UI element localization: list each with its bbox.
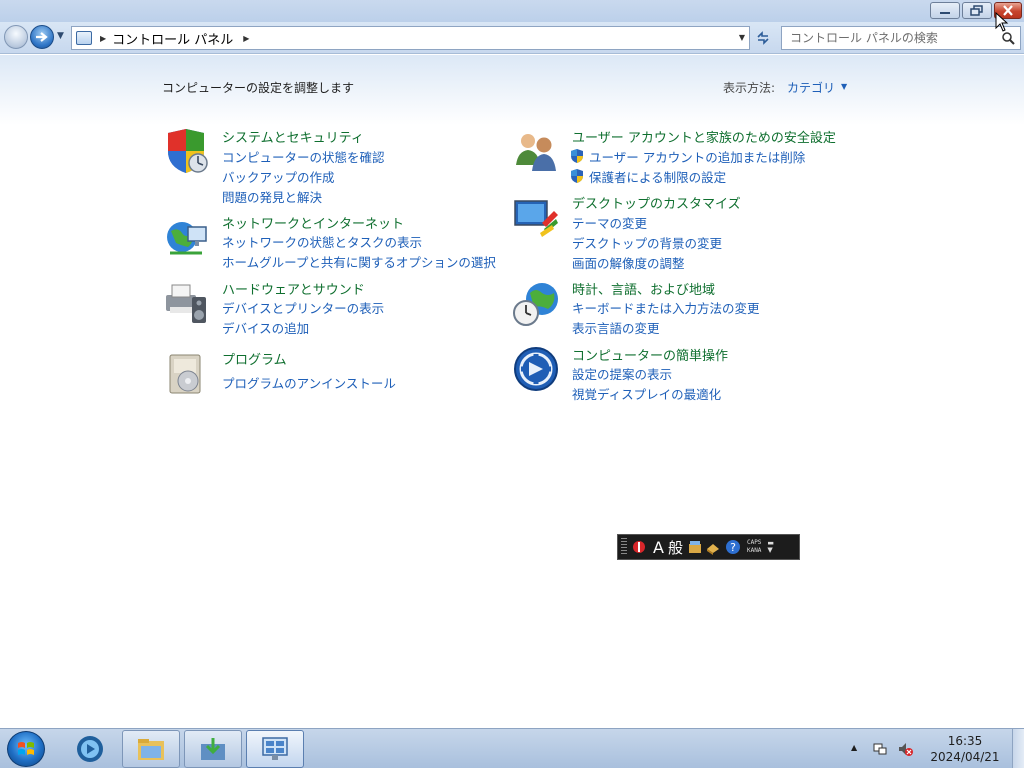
caps-indicator: CAPS	[746, 539, 762, 546]
kana-indicator: KANA	[746, 547, 762, 554]
uac-shield-icon	[571, 149, 583, 163]
ime-options-icon[interactable]: ▬ ▼	[767, 540, 774, 554]
refresh-button[interactable]	[752, 28, 774, 48]
task-link[interactable]: 画面の解像度の調整	[572, 253, 685, 272]
ime-conversion-button[interactable]: 般	[668, 537, 683, 558]
control-panel-window: ▼ ▶ コントロール パネル ▶ ▼ コンピューターの設定を調整します 表示方法…	[0, 0, 1024, 728]
category-title[interactable]: システムとセキュリティ	[222, 127, 364, 146]
network-icon[interactable]	[872, 741, 888, 757]
start-button[interactable]	[7, 731, 45, 767]
show-desktop-button[interactable]	[1012, 729, 1024, 768]
category-title[interactable]: ユーザー アカウントと家族のための安全設定	[572, 127, 836, 146]
tools-icon[interactable]	[705, 539, 721, 555]
task-link[interactable]: 設定の提案の表示	[572, 364, 672, 383]
address-bar[interactable]: ▶ コントロール パネル ▶ ▼	[71, 26, 750, 50]
navigation-bar: ▼ ▶ コントロール パネル ▶ ▼	[0, 22, 1024, 54]
task-link[interactable]: デスクトップの背景の変更	[572, 233, 722, 252]
help-icon[interactable]: ?	[725, 539, 741, 555]
uac-shield-icon	[571, 169, 583, 183]
show-hidden-icons-button[interactable]: ▲	[851, 743, 857, 752]
task-link[interactable]: キーボードまたは入力方法の変更	[572, 298, 760, 317]
view-by-label: 表示方法:	[723, 81, 776, 95]
mouse-cursor-icon	[995, 12, 1009, 32]
caps-kana-indicator: CAPS KANA	[747, 539, 761, 555]
task-link[interactable]: ホームグループと共有に関するオプションの選択	[222, 252, 496, 271]
task-link[interactable]: バックアップの作成	[222, 167, 335, 186]
folder-icon	[138, 739, 164, 760]
category-title[interactable]: コンピューターの簡単操作	[572, 345, 728, 364]
control-panel-icon	[262, 737, 288, 760]
desktop-personalize-icon	[514, 200, 558, 237]
task-link[interactable]: プログラムのアンインストール	[222, 373, 396, 392]
breadcrumb-control-panel[interactable]: コントロール パネル	[112, 29, 233, 48]
refresh-icon	[757, 31, 769, 45]
category-title[interactable]: プログラム	[222, 349, 287, 368]
clock-date: 2024/04/21	[930, 750, 1000, 764]
breadcrumb-chevron-icon[interactable]: ▶	[100, 34, 106, 43]
main-content: コンピューターの設定を調整します 表示方法: カテゴリ ▼ システムとセキュリテ…	[0, 55, 1024, 728]
category-title[interactable]: ネットワークとインターネット	[222, 213, 404, 232]
taskbar: ▲ 16:35 2024/04/21	[0, 728, 1024, 768]
dictionary-icon[interactable]	[687, 539, 703, 555]
program-disc-icon	[169, 354, 201, 394]
task-link[interactable]: 問題の発見と解決	[222, 187, 322, 206]
clock-time: 16:35	[947, 734, 983, 748]
taskbar-control-panel[interactable]	[246, 730, 304, 768]
media-player-icon	[77, 736, 103, 762]
chevron-down-icon[interactable]: ▼	[841, 82, 847, 91]
taskbar-explorer[interactable]	[122, 730, 180, 768]
drag-handle-icon[interactable]	[621, 538, 627, 556]
ime-pad-icon[interactable]	[631, 539, 647, 555]
category-title[interactable]: デスクトップのカスタマイズ	[572, 193, 741, 212]
view-by-dropdown[interactable]: カテゴリ	[787, 79, 835, 96]
category-title[interactable]: ハードウェアとサウンド	[222, 279, 365, 298]
recent-pages-dropdown[interactable]: ▼	[57, 31, 64, 41]
minimize-button[interactable]	[930, 2, 960, 19]
search-input[interactable]	[790, 31, 995, 45]
task-link[interactable]: ユーザー アカウントの追加または削除	[589, 147, 805, 166]
restore-icon	[970, 4, 983, 16]
network-globe-icon	[167, 222, 207, 255]
system-clock[interactable]: 16:35 2024/04/21	[925, 733, 1005, 765]
taskbar-downloads[interactable]	[184, 730, 242, 768]
task-link[interactable]: デバイスの追加	[222, 318, 309, 337]
control-panel-small-icon	[76, 31, 92, 45]
ease-of-access-icon	[514, 347, 558, 391]
task-link[interactable]: テーマの変更	[572, 213, 647, 232]
taskbar-media-player[interactable]	[61, 730, 119, 768]
task-link[interactable]: 保護者による制限の設定	[589, 167, 726, 186]
security-shield-icon	[168, 129, 208, 173]
task-link[interactable]: 表示言語の変更	[572, 318, 660, 337]
minimize-icon	[940, 11, 950, 14]
category-title[interactable]: 時計、言語、および地域	[572, 279, 715, 298]
breadcrumb-chevron-icon[interactable]: ▶	[243, 34, 249, 43]
task-link[interactable]: コンピューターの状態を確認	[222, 147, 385, 166]
arrow-right-icon	[36, 32, 48, 42]
page-subtitle: コンピューターの設定を調整します	[162, 81, 355, 95]
search-icon[interactable]	[1001, 31, 1015, 45]
volume-muted-icon[interactable]	[897, 741, 913, 757]
ime-language-bar[interactable]: A 般 ? CAPS KANA ▬ ▼	[617, 534, 800, 560]
download-folder-icon	[201, 738, 225, 760]
task-link[interactable]: 視覚ディスプレイの最適化	[572, 384, 721, 403]
task-link[interactable]: デバイスとプリンターの表示	[222, 298, 384, 317]
address-dropdown-icon[interactable]: ▼	[739, 33, 745, 42]
printer-speaker-icon	[166, 284, 206, 323]
clock-globe-icon	[513, 283, 558, 326]
task-link[interactable]: ネットワークの状態とタスクの表示	[222, 232, 422, 251]
windows-logo-icon	[18, 742, 34, 755]
title-bar[interactable]	[0, 0, 1024, 22]
search-box[interactable]	[781, 26, 1021, 50]
ime-mode-button[interactable]: A	[653, 538, 664, 557]
svg-text:?: ?	[730, 541, 736, 554]
back-button[interactable]	[4, 25, 28, 49]
restore-button[interactable]	[962, 2, 992, 19]
users-icon	[516, 134, 556, 171]
forward-button[interactable]	[30, 25, 54, 49]
